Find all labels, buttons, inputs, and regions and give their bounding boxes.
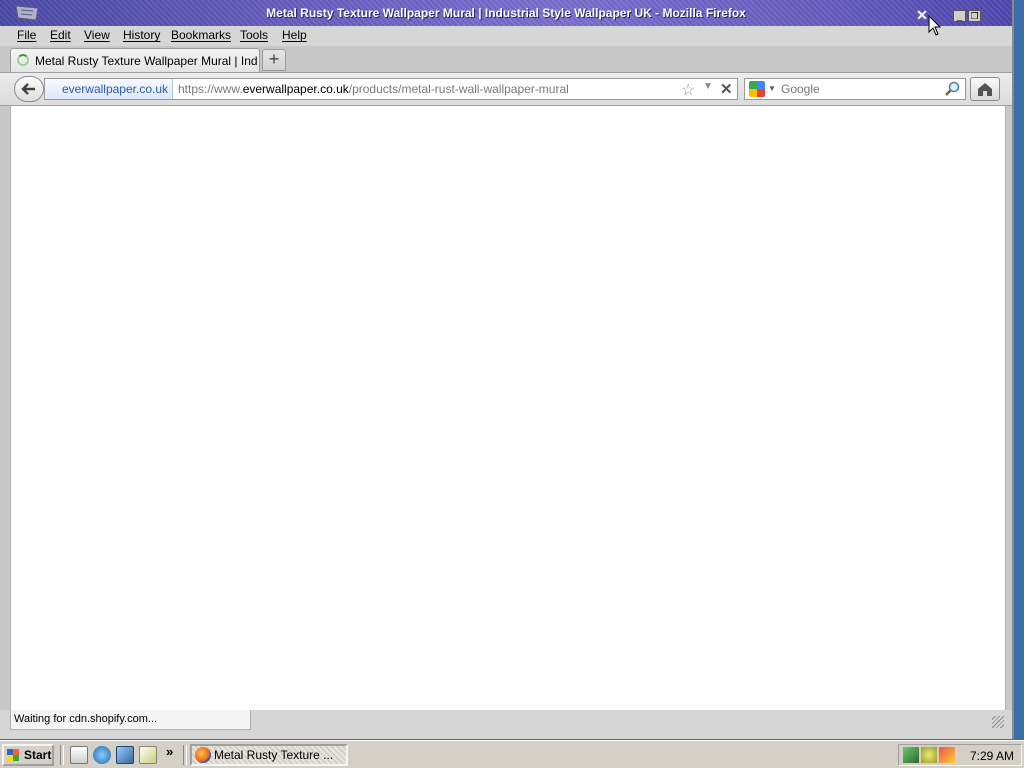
menu-tools[interactable]: Tools (240, 28, 268, 42)
system-tray: 7:29 AM (898, 744, 1022, 766)
url-host: everwallpaper.co.uk (242, 82, 349, 96)
menu-bookmarks[interactable]: Bookmarks (171, 28, 231, 42)
quicklaunch-separator (60, 745, 64, 765)
stop-icon[interactable]: ✕ (720, 80, 733, 98)
search-placeholder: Google (781, 82, 820, 96)
tray-volume-icon[interactable] (921, 747, 937, 763)
menu-edit[interactable]: Edit (50, 28, 71, 42)
menu-history[interactable]: History (123, 28, 160, 42)
search-folder-icon[interactable] (139, 746, 157, 764)
internet-explorer-icon[interactable] (93, 746, 111, 764)
menu-help[interactable]: Help (282, 28, 307, 42)
taskbar: Start » Metal Rusty Texture ... 7:29 AM (0, 740, 1024, 768)
window-title: Metal Rusty Texture Wallpaper Mural | In… (266, 6, 746, 20)
new-tab-button[interactable]: + (262, 49, 286, 71)
bookmark-star-icon[interactable]: ☆ (681, 80, 695, 100)
tray-security-icon[interactable] (939, 747, 955, 763)
loading-spinner-icon (17, 54, 29, 66)
taskbar-button-label: Metal Rusty Texture ... (214, 748, 334, 762)
engine-dropdown-icon[interactable]: ▼ (768, 84, 776, 93)
tab-strip: Metal Rusty Texture Wallpaper Mural | In… (0, 46, 1012, 72)
url-scheme: https://www. (178, 82, 243, 96)
status-bar: Waiting for cdn.shopify.com... (0, 710, 1012, 739)
tray-network-icon[interactable] (903, 747, 919, 763)
menu-bar: File Edit View History Bookmarks Tools H… (0, 26, 1012, 46)
start-button[interactable]: Start (2, 744, 54, 766)
tab-current[interactable]: Metal Rusty Texture Wallpaper Mural | In… (10, 48, 260, 72)
windows-logo-icon (7, 749, 19, 761)
menu-view[interactable]: View (84, 28, 110, 42)
site-identity-button[interactable]: everwallpaper.co.uk (45, 79, 173, 99)
navigation-toolbar: everwallpaper.co.uk https://www.everwall… (0, 72, 1012, 106)
home-button[interactable] (970, 77, 1000, 101)
show-desktop-icon[interactable] (70, 746, 88, 764)
taskbar-separator (183, 745, 187, 765)
mouse-pointer-icon (928, 15, 942, 36)
clock[interactable]: 7:29 AM (970, 749, 1014, 763)
network-icon[interactable] (116, 746, 134, 764)
start-label: Start (24, 748, 52, 762)
search-bar[interactable]: ▼ Google (744, 78, 966, 100)
tab-title: Metal Rusty Texture Wallpaper Mural | In… (35, 54, 257, 68)
history-dropdown-icon[interactable]: ▼ (703, 81, 713, 92)
firefox-window: Metal Rusty Texture Wallpaper Mural | In… (0, 0, 1014, 739)
home-icon (978, 83, 992, 96)
quicklaunch-more-icon[interactable]: » (166, 744, 173, 759)
url-text[interactable]: https://www.everwallpaper.co.uk/products… (178, 82, 569, 96)
magnifier-icon[interactable] (943, 80, 961, 98)
google-icon[interactable] (749, 81, 765, 97)
taskbar-firefox-button[interactable]: Metal Rusty Texture ... (190, 744, 348, 766)
url-path: /products/metal-rust-wall-wallpaper-mura… (348, 82, 569, 96)
page-content[interactable] (10, 106, 1006, 710)
menu-file[interactable]: File (17, 28, 36, 42)
resize-grip-icon[interactable] (992, 716, 1004, 728)
minimize-button[interactable]: _ (953, 10, 966, 22)
url-bar[interactable]: everwallpaper.co.uk https://www.everwall… (44, 78, 738, 100)
status-text: Waiting for cdn.shopify.com... (10, 710, 251, 730)
back-button[interactable] (14, 76, 44, 102)
back-arrow-icon (21, 83, 35, 95)
title-bar[interactable]: Metal Rusty Texture Wallpaper Mural | In… (0, 0, 1012, 26)
restore-button[interactable]: ❐ (968, 10, 981, 22)
firefox-icon (195, 747, 211, 763)
